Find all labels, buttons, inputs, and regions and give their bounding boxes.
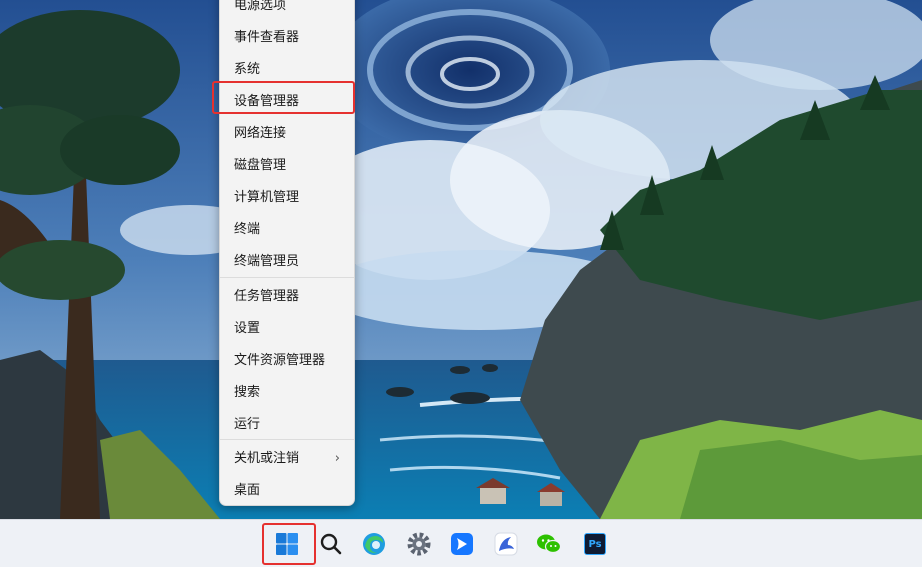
taskbar-edge-button[interactable]: [358, 528, 390, 560]
wechat-icon: [537, 534, 562, 554]
menu-item-disk-management[interactable]: 磁盘管理: [220, 151, 354, 181]
taskbar-wechat-button[interactable]: [533, 528, 565, 560]
edge-browser-icon: [363, 533, 385, 555]
menu-item-label: 关机或注销: [234, 451, 300, 466]
menu-item-run[interactable]: 运行: [220, 410, 354, 440]
menu-item-label: 运行: [234, 417, 261, 432]
menu-item-desktop[interactable]: 桌面: [220, 476, 354, 506]
menu-item-settings[interactable]: 设置: [220, 314, 354, 344]
menu-item-label: 系统: [234, 62, 261, 77]
menu-item-label: 事件查看器: [234, 30, 300, 45]
menu-item-label: 电源选项: [234, 0, 287, 13]
menu-separator: [220, 439, 354, 440]
taskbar-mail-button[interactable]: [490, 528, 522, 560]
menu-item-search[interactable]: 搜索: [220, 378, 354, 408]
menu-item-power-options[interactable]: 电源选项: [220, 0, 354, 21]
menu-item-file-explorer[interactable]: 文件资源管理器: [220, 346, 354, 376]
photoshop-icon: Ps: [584, 533, 606, 555]
taskbar-feishu-button[interactable]: [446, 528, 478, 560]
menu-item-label: 计算机管理: [234, 190, 300, 205]
menu-item-terminal-admin[interactable]: 终端管理员: [220, 247, 354, 277]
menu-item-label: 终端: [234, 222, 261, 237]
mail-bird-icon: [494, 532, 518, 556]
taskbar-settings-button[interactable]: [403, 528, 435, 560]
menu-item-label: 任务管理器: [234, 289, 300, 304]
menu-item-label: 搜索: [234, 385, 261, 400]
search-icon: [320, 533, 342, 555]
start-button-highlight-box: [262, 523, 316, 565]
device-manager-highlight-box: [212, 81, 355, 114]
chevron-right-icon: ›: [334, 451, 340, 466]
menu-item-label: 文件资源管理器: [234, 353, 326, 368]
desktop-wallpaper: [0, 0, 922, 519]
menu-item-label: 设置: [234, 321, 261, 336]
menu-item-task-manager[interactable]: 任务管理器: [220, 282, 354, 312]
menu-separator: [220, 277, 354, 278]
menu-item-label: 终端管理员: [234, 254, 300, 269]
menu-item-event-viewer[interactable]: 事件查看器: [220, 23, 354, 53]
menu-item-shutdown-or-signout[interactable]: 关机或注销 ›: [220, 444, 354, 474]
win-x-context-menu: 电源选项 事件查看器 系统 设备管理器 网络连接 磁盘管理 计算机管理 终端 终…: [219, 0, 355, 506]
menu-item-terminal[interactable]: 终端: [220, 215, 354, 245]
taskbar-photoshop-button[interactable]: Ps: [579, 528, 611, 560]
taskbar: Ps: [0, 519, 922, 567]
menu-item-computer-management[interactable]: 计算机管理: [220, 183, 354, 213]
settings-gear-icon: [407, 532, 431, 556]
taskbar-search-button[interactable]: [315, 528, 347, 560]
feishu-bird-icon: [451, 533, 473, 555]
menu-item-label: 网络连接: [234, 126, 287, 141]
menu-item-network-connections[interactable]: 网络连接: [220, 119, 354, 149]
menu-item-label: 磁盘管理: [234, 158, 287, 173]
menu-item-label: 桌面: [234, 483, 261, 498]
